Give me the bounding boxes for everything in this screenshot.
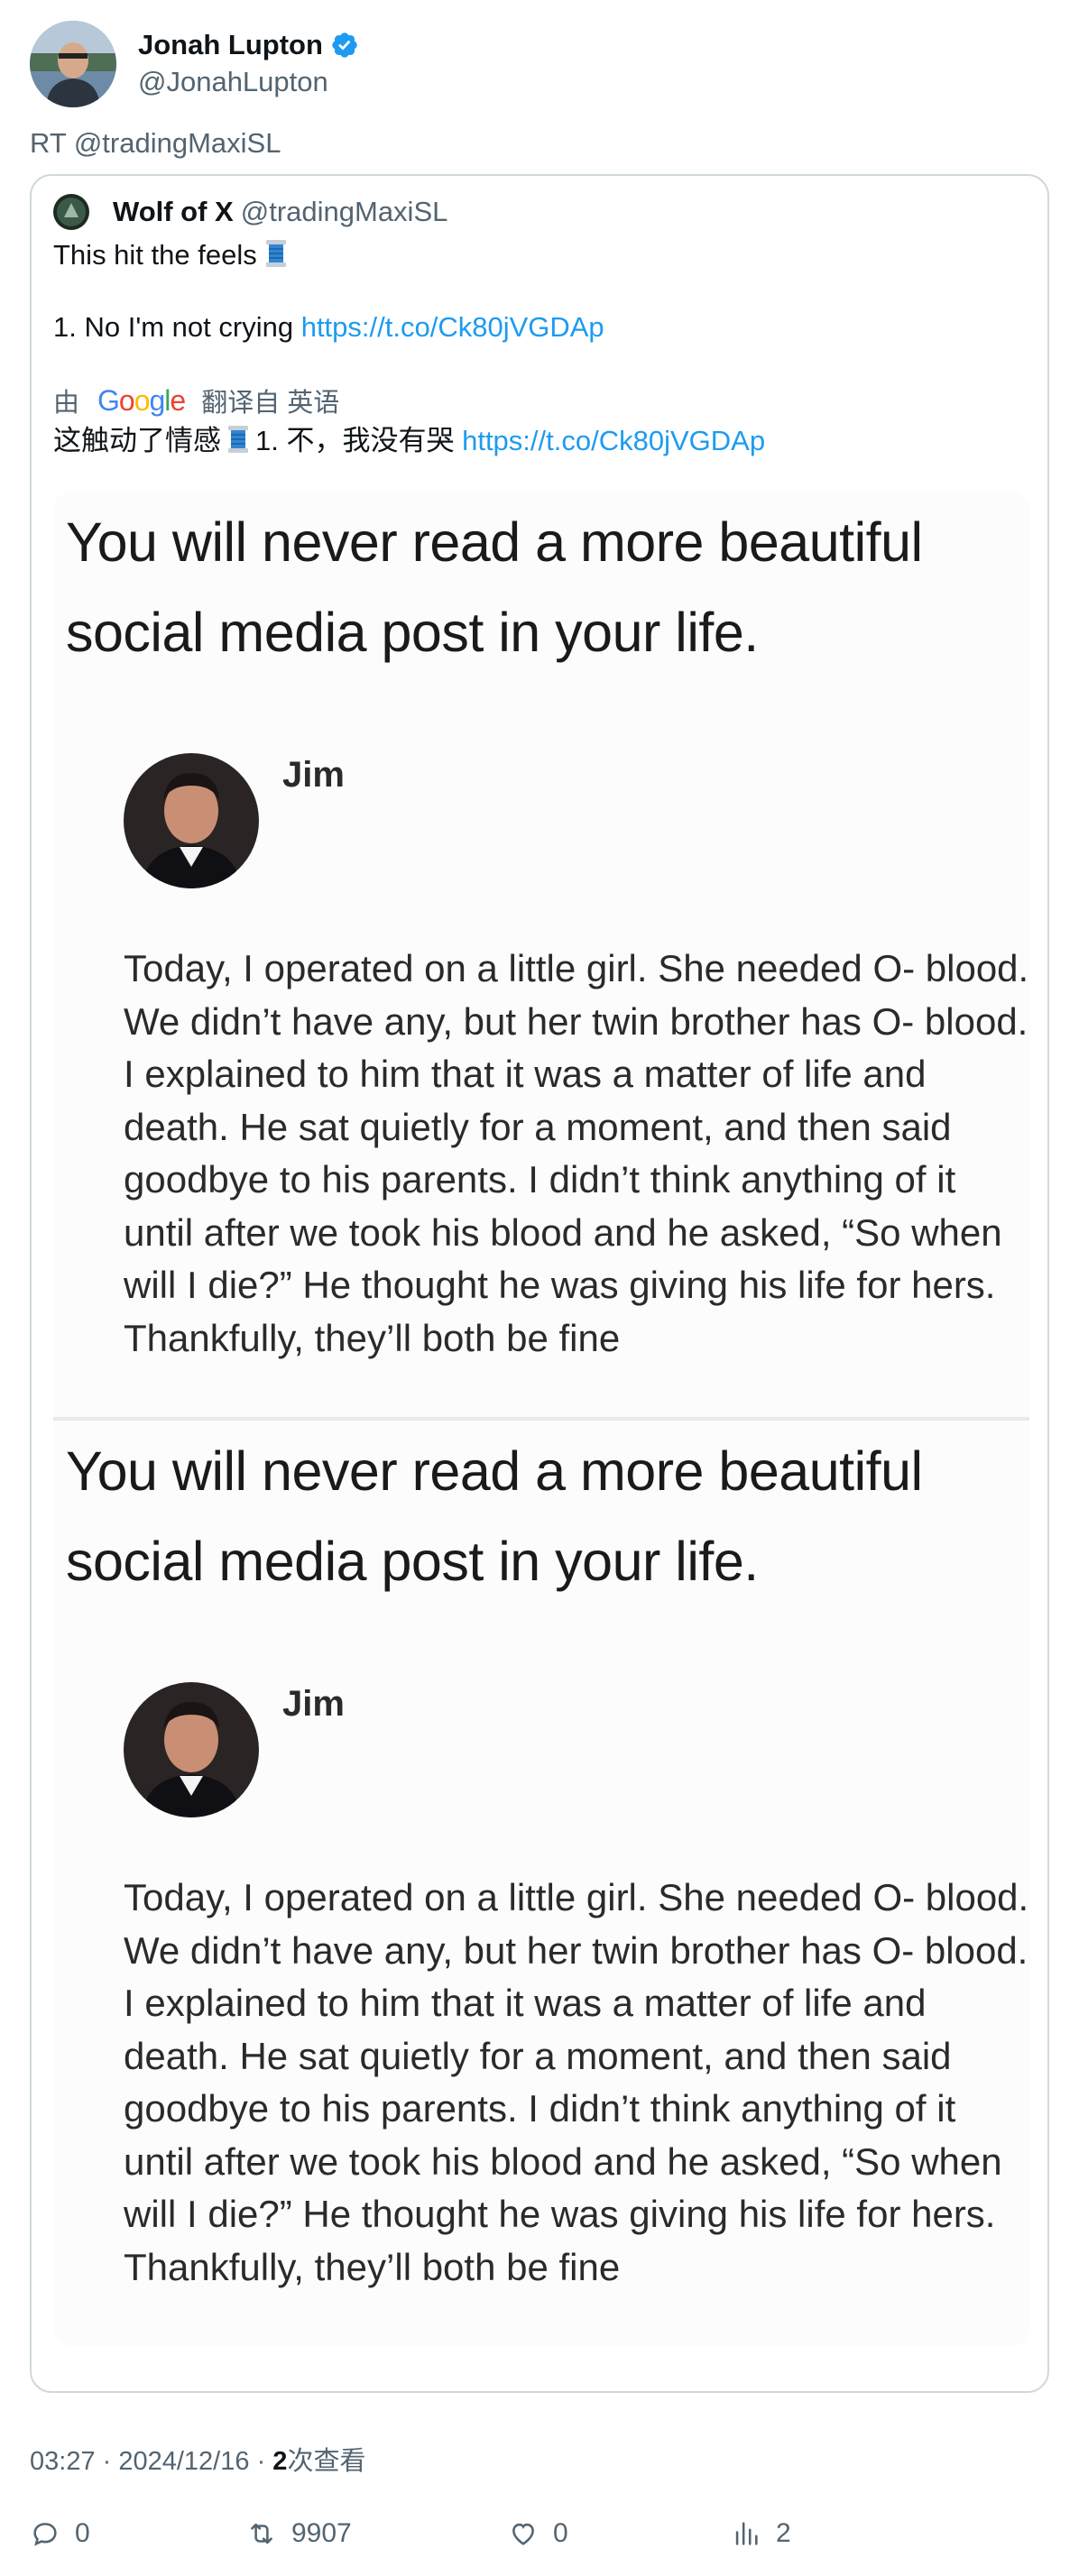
like-count: 0	[553, 2518, 568, 2548]
quoted-author-handle[interactable]: @tradingMaxiSL	[241, 196, 448, 228]
retweet-label: RT @tradingMaxiSL	[30, 127, 281, 159]
views-label: 次查看	[287, 2447, 366, 2476]
media-post-text: Today, I operated on a little girl. She …	[124, 947, 1029, 1359]
tweet-header: Jonah Lupton @JonahLupton	[30, 21, 359, 107]
reply-count: 0	[75, 2518, 90, 2548]
quoted-text-line1: This hit the feels	[53, 239, 257, 271]
reply-button[interactable]: 0	[30, 2518, 90, 2549]
media-post-text: Today, I operated on a little girl. She …	[124, 1876, 1029, 2288]
media-headline-line1: You will never read a more beautiful	[66, 1440, 923, 1502]
retweet-count: 9907	[291, 2518, 352, 2548]
views-count-action: 2	[776, 2518, 791, 2548]
meta-separator: ·	[102, 2447, 119, 2476]
translated-suffix: 1. 不，我没有哭	[255, 425, 455, 456]
quoted-text-line2: 1. No I'm not crying	[53, 311, 294, 343]
spool-of-thread-icon	[265, 240, 286, 267]
quoted-tweet-header: Wolf of X @tradingMaxiSL	[53, 194, 447, 230]
action-bar: 0 9907 0 2	[30, 2518, 1049, 2554]
jim-avatar	[124, 1682, 259, 1817]
tweet-meta: 03:27 · 2024/12/16 · 2次查看	[30, 2440, 365, 2478]
author-handle[interactable]: @JonahLupton	[138, 64, 359, 100]
tweet-time[interactable]: 03:27	[30, 2447, 96, 2476]
translation-from-label: 翻译自 英语	[201, 389, 340, 418]
quoted-tweet-line2: 1. No I'm not crying https://t.co/Ck80jV…	[53, 309, 604, 345]
tweet-date[interactable]: 2024/12/16	[118, 2447, 249, 2476]
verified-badge-icon	[332, 32, 357, 58]
google-logo-icon: Google	[97, 383, 186, 417]
media-image-2[interactable]: You will never read a more beautiful soc…	[53, 1421, 1029, 2346]
views-count: 2	[272, 2447, 288, 2476]
media-headline-line2: social media post in your life.	[66, 602, 759, 663]
retweet-icon	[251, 2523, 272, 2544]
spool-of-thread-icon	[228, 426, 248, 453]
analytics-icon	[735, 2522, 758, 2545]
jim-avatar	[124, 753, 259, 888]
retweet-button[interactable]: 9907	[246, 2518, 352, 2549]
translated-link[interactable]: https://t.co/Ck80jVGDAp	[462, 425, 765, 456]
author-avatar[interactable]	[30, 21, 116, 107]
media-poster-name: Jim	[282, 1684, 345, 1724]
media-headline-line2: social media post in your life.	[66, 1531, 759, 1592]
media-headline: You will never read a more beautiful soc…	[66, 1426, 923, 1606]
media-headline: You will never read a more beautiful soc…	[66, 497, 923, 677]
media-poster-name: Jim	[282, 755, 345, 795]
quoted-tweet-line1: This hit the feels	[53, 237, 288, 273]
like-button[interactable]: 0	[508, 2518, 568, 2549]
translated-prefix: 这触动了情感	[53, 425, 221, 456]
views-button[interactable]: 2	[731, 2518, 791, 2549]
author-name[interactable]: Jonah Lupton	[138, 28, 323, 62]
quoted-tweet-card[interactable]: Wolf of X @tradingMaxiSL This hit the fe…	[30, 174, 1049, 2393]
media-image-1[interactable]: You will never read a more beautiful soc…	[53, 492, 1029, 1417]
quoted-tweet-link[interactable]: https://t.co/Ck80jVGDAp	[301, 311, 604, 343]
translation-by-label: 由	[53, 389, 80, 418]
translation-attribution: 由 Google 翻译自 英语	[53, 382, 339, 419]
reply-icon	[33, 2523, 57, 2546]
translated-text: 这触动了情感 1. 不，我没有哭 https://t.co/Ck80jVGDAp	[53, 423, 765, 459]
quoted-author-avatar[interactable]	[53, 194, 89, 230]
meta-separator: ·	[256, 2447, 273, 2476]
quoted-author-name[interactable]: Wolf of X	[113, 196, 234, 228]
heart-icon	[512, 2523, 534, 2545]
media-headline-line1: You will never read a more beautiful	[66, 511, 923, 573]
